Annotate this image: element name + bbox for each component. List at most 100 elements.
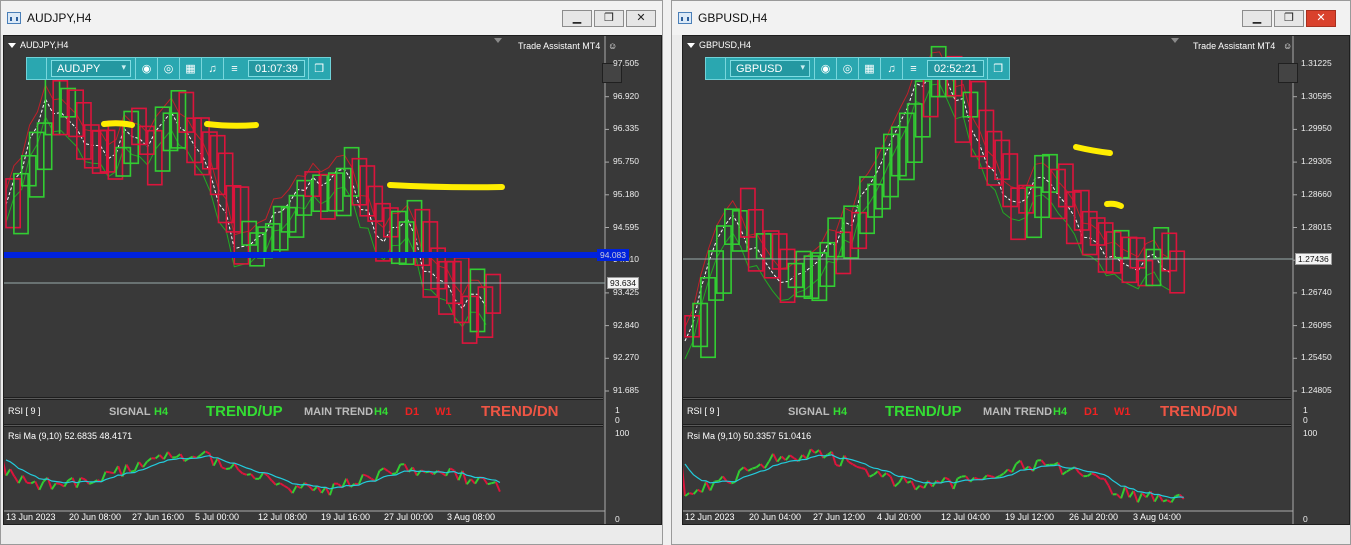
rsi-segment (200, 450, 206, 456)
bell-icon[interactable]: ♫ (201, 58, 223, 79)
rsi-segment (701, 481, 707, 493)
rsi-segment (250, 473, 256, 480)
window-titlebar[interactable]: GBPUSD,H4 ▁ ❐ ✕ (672, 1, 1350, 35)
main-trend-value: TREND/DN (1160, 403, 1238, 420)
main-trend-label: MAIN TREND (983, 406, 1053, 418)
time-tick-label: 27 Jun 12:00 (813, 512, 866, 522)
price-tick-label: 1.28660 (1301, 188, 1332, 199)
rsi-segment (1175, 493, 1180, 497)
window-icon[interactable]: ❐ (986, 58, 1009, 79)
rsi-segment (1120, 486, 1127, 499)
chart-shift-box[interactable] (1278, 63, 1298, 83)
calendar-icon[interactable]: ▦ (858, 58, 880, 79)
rsi-scale-label: 0 (1303, 514, 1308, 524)
rsi-segment (944, 476, 950, 481)
chart-menu-arrow-icon[interactable] (687, 43, 695, 48)
camera-icon[interactable]: ◉ (135, 58, 157, 79)
restore-button[interactable]: ❐ (594, 10, 624, 27)
rsi-pane-separator[interactable] (4, 424, 603, 427)
rsi-segment (4, 460, 7, 476)
close-button[interactable]: ✕ (1306, 10, 1336, 27)
rsi-segment (9, 468, 16, 477)
horizontal-level-line (4, 252, 605, 258)
bell-icon[interactable]: ♫ (880, 58, 902, 79)
rsi-segment (133, 461, 140, 472)
middle-ma-line (5, 97, 487, 310)
rsi-segment (743, 466, 749, 472)
rsi-segment (877, 470, 883, 478)
calendar-icon[interactable]: ▦ (179, 58, 201, 79)
rsi-segment (163, 451, 169, 460)
yellow-highlight-marker (1104, 200, 1124, 209)
rsi-segment (208, 453, 215, 467)
chart-window-gbpusd[interactable]: GBPUSD,H4 ▁ ❐ ✕ GBPUSD,H4 Trade Assistan… (671, 0, 1351, 545)
price-tick-label: 91.685 (613, 385, 639, 395)
rsi-segment (59, 483, 65, 488)
chart-window-audjpy[interactable]: AUDJPY,H4 ▁ ❐ ✕ AUDJPY,H4 Trade Assistan… (0, 0, 663, 545)
rsi-segment (167, 451, 173, 459)
price-tick-label: 92.270 (613, 352, 639, 363)
rsi-pane-separator[interactable] (683, 424, 1291, 427)
price-chart[interactable]: GBPUSD,H4 Trade Assistant MT4 ☺ GBPUSD ◉… (682, 35, 1350, 525)
yellow-highlight-marker (387, 182, 505, 191)
rsi-segment (487, 482, 492, 486)
toolbar-grip[interactable] (706, 58, 726, 79)
eye-icon[interactable]: ◎ (157, 58, 179, 79)
rsi-segment (221, 466, 227, 470)
rsi-segment (88, 481, 94, 485)
menu-icon[interactable]: ≡ (902, 58, 924, 79)
rsi-segment (869, 473, 875, 478)
signal-pane-separator[interactable] (4, 397, 603, 400)
rsi-segment (810, 448, 816, 454)
toolbar-grip[interactable] (27, 58, 47, 79)
rsi-segment (957, 475, 963, 480)
rsi-segment (55, 482, 61, 485)
price-chart[interactable]: AUDJPY,H4 Trade Assistant MT4 ☺ AUDJPY ◉… (3, 35, 662, 525)
rsi-segment (449, 467, 455, 472)
rsi-segment (1141, 492, 1147, 498)
rsi-segment (856, 465, 862, 469)
window-titlebar[interactable]: AUDJPY,H4 ▁ ❐ ✕ (1, 1, 662, 35)
minimize-button[interactable]: ▁ (1242, 10, 1272, 27)
rsi-segment (366, 475, 372, 480)
rsi-segment (1095, 474, 1101, 480)
time-tick-label: 20 Jun 04:00 (749, 512, 802, 522)
rsi-segment (910, 480, 917, 491)
menu-icon[interactable]: ≡ (223, 58, 245, 79)
rsi-segment (1136, 492, 1143, 503)
minimize-button[interactable]: ▁ (562, 10, 592, 27)
time-tick-label: 12 Jul 08:00 (258, 512, 308, 522)
restore-button[interactable]: ❐ (1274, 10, 1304, 27)
rsi-segment (999, 472, 1005, 477)
rsi-segment (839, 455, 846, 467)
chart-canvas[interactable] (4, 36, 662, 525)
rsi-segment (109, 471, 115, 475)
symbol-select[interactable]: AUDJPY (51, 60, 131, 77)
rsi-segment (1040, 459, 1047, 466)
symbol-select[interactable]: GBPUSD (730, 60, 810, 77)
rsi-segment (291, 485, 298, 494)
chart-symbol-label: GBPUSD,H4 (699, 40, 752, 50)
window-icon[interactable]: ❐ (307, 58, 330, 79)
chart-canvas[interactable] (683, 36, 1350, 525)
rsi-segment (751, 466, 757, 470)
close-button[interactable]: ✕ (626, 10, 656, 27)
signal-pane-separator[interactable] (683, 397, 1291, 400)
rsi-segment (283, 484, 289, 490)
rsi-segment (717, 475, 724, 482)
rsi-segment (923, 480, 929, 489)
camera-icon[interactable]: ◉ (814, 58, 836, 79)
rsi-segment (237, 469, 244, 475)
rsi-segment (1166, 499, 1172, 504)
price-tick-label: 1.28015 (1301, 221, 1332, 232)
signal-label: SIGNAL (788, 406, 830, 418)
rsi-segment (1057, 462, 1064, 475)
rsi-segment (391, 472, 397, 475)
price-tick-label: 1.24805 (1301, 385, 1332, 395)
main-trend-label: MAIN TREND (304, 406, 374, 418)
eye-icon[interactable]: ◎ (836, 58, 858, 79)
rsi-segment (894, 482, 900, 488)
signal-scale-label: 0 (615, 415, 620, 425)
chart-menu-arrow-icon[interactable] (8, 43, 16, 48)
rsi-segment (919, 484, 925, 489)
